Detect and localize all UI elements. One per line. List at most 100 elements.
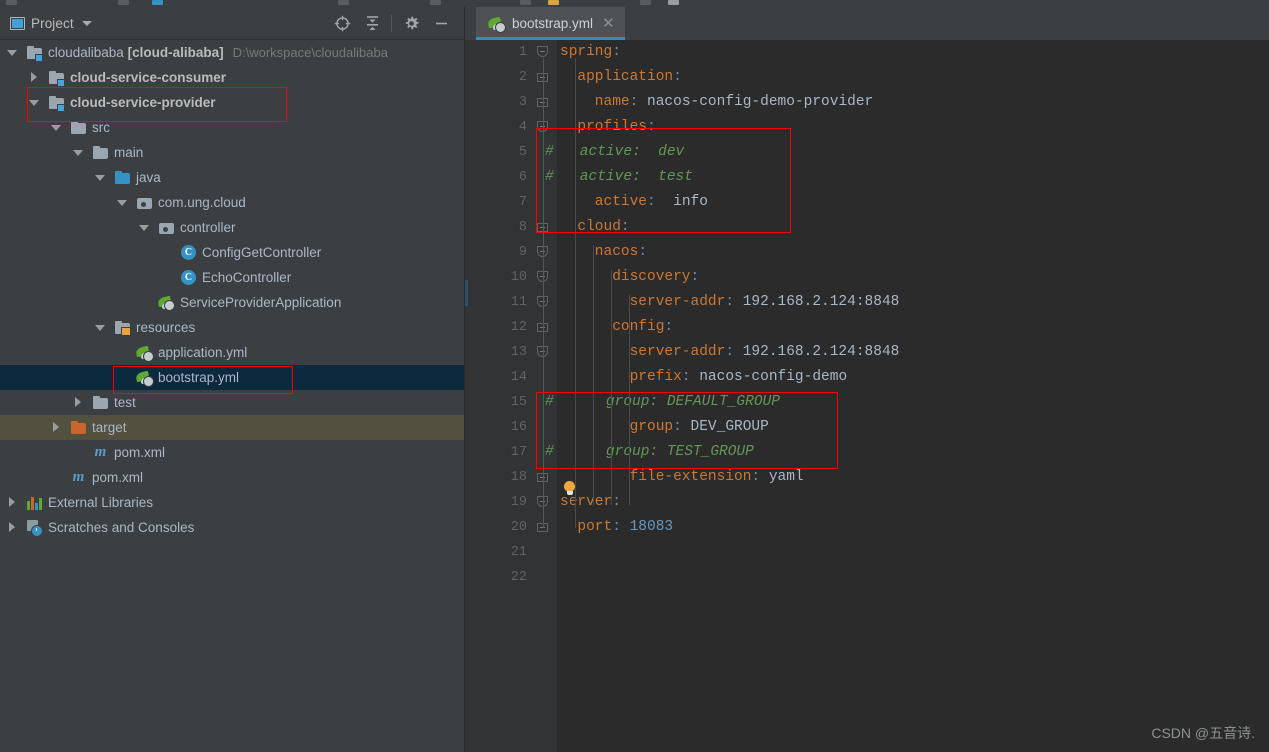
code-line-13[interactable]: 13 server-addr: 192.168.2.124:8848 bbox=[465, 340, 1269, 365]
close-icon[interactable]: ✕ bbox=[602, 16, 615, 31]
editor-marker-gutter[interactable] bbox=[1257, 73, 1269, 752]
yaml-config-icon bbox=[487, 15, 506, 33]
source-root-icon bbox=[114, 169, 131, 186]
line-number: 18 bbox=[510, 470, 527, 485]
minimize-icon[interactable] bbox=[426, 8, 456, 38]
code-line-20[interactable]: 20 port: 18083 bbox=[465, 515, 1269, 540]
tree-row-target[interactable]: target bbox=[0, 415, 464, 440]
tree-row-application-yml[interactable]: application.yml bbox=[0, 340, 464, 365]
chevron-down-icon[interactable] bbox=[116, 196, 129, 209]
folder-icon bbox=[92, 394, 109, 411]
project-tree[interactable]: cloudalibaba [cloud-alibaba] D:\workspace… bbox=[0, 40, 464, 752]
code-token: active bbox=[594, 194, 648, 210]
toolbar-icon-7[interactable] bbox=[548, 0, 559, 5]
tree-row-com-ung-cloud[interactable]: com.ung.cloud bbox=[0, 190, 464, 215]
chevron-right-icon[interactable] bbox=[50, 421, 63, 434]
code-line-10[interactable]: 10 discovery: bbox=[465, 265, 1269, 290]
chevron-down-icon[interactable] bbox=[72, 146, 85, 159]
code-line-17[interactable]: 17 # group: TEST_GROUP bbox=[465, 440, 1269, 465]
code-line-6[interactable]: 6 # active: test bbox=[465, 165, 1269, 190]
toolbar-icon-8[interactable] bbox=[640, 0, 651, 5]
toolbar-icon-9[interactable] bbox=[668, 0, 679, 5]
tree-row-configgetcontroller[interactable]: C ConfigGetController bbox=[0, 240, 464, 265]
toolbar-icon-2[interactable] bbox=[118, 0, 129, 5]
code-line-19[interactable]: 19 server: bbox=[465, 490, 1269, 515]
code-line-2[interactable]: 2 application: bbox=[465, 65, 1269, 90]
code-line-12[interactable]: 12 config: bbox=[465, 315, 1269, 340]
line-number: 5 bbox=[518, 145, 527, 160]
tree-row-label: cloud-service-consumer bbox=[70, 70, 227, 85]
chevron-right-icon[interactable] bbox=[28, 71, 41, 84]
tree-row-resources[interactable]: resources bbox=[0, 315, 464, 340]
module-icon bbox=[48, 94, 65, 112]
chevron-down-icon[interactable] bbox=[138, 221, 151, 234]
toolbar-icon-1[interactable] bbox=[6, 0, 17, 5]
code-line-11[interactable]: 11 server-addr: 192.168.2.124:8848 bbox=[465, 290, 1269, 315]
code-line-1[interactable]: 1 spring: bbox=[465, 40, 1269, 65]
chevron-right-icon[interactable] bbox=[72, 396, 85, 409]
code-line-14[interactable]: 14 prefix: nacos-config-demo bbox=[465, 365, 1269, 390]
line-number: 12 bbox=[510, 320, 527, 335]
code-line-21[interactable]: 21 bbox=[465, 540, 1269, 565]
code-line-8[interactable]: 8 cloud: bbox=[465, 215, 1269, 240]
code-line-3[interactable]: 3 name: nacos-config-demo-provider bbox=[465, 90, 1269, 115]
project-window-icon bbox=[10, 16, 25, 30]
tree-row-main[interactable]: main bbox=[0, 140, 464, 165]
code-line-15[interactable]: 15 # group: DEFAULT_GROUP bbox=[465, 390, 1269, 415]
code-line-16[interactable]: 16 group: DEV_GROUP bbox=[465, 415, 1269, 440]
code-editor[interactable]: 1 spring: 2 application: 3 name: nacos-config… bbox=[465, 40, 1269, 752]
tree-row-src[interactable]: src bbox=[0, 115, 464, 140]
editor-tab-bootstrap-yml[interactable]: bootstrap.yml ✕ bbox=[476, 7, 625, 40]
tree-row-label: External Libraries bbox=[48, 495, 154, 510]
tree-row-external-libraries[interactable]: External Libraries bbox=[0, 490, 464, 515]
code-token: application bbox=[577, 69, 674, 85]
chevron-down-icon[interactable] bbox=[6, 46, 19, 59]
code-line-7[interactable]: 7 active: info bbox=[465, 190, 1269, 215]
chevron-down-icon[interactable] bbox=[94, 171, 107, 184]
tree-row-pom-xml[interactable]: m pom.xml bbox=[0, 440, 464, 465]
code-token: : bbox=[664, 319, 674, 335]
code-token: profiles bbox=[577, 119, 648, 135]
toolbar-icon-6[interactable] bbox=[520, 0, 531, 5]
code-token: file-extension bbox=[629, 469, 752, 485]
chevron-down-icon[interactable] bbox=[50, 121, 63, 134]
code-lines[interactable]: 1 spring: 2 application: 3 name: nacos-config… bbox=[465, 40, 1269, 752]
main-toolbar-sliver bbox=[0, 0, 1269, 7]
gear-icon[interactable] bbox=[396, 8, 426, 38]
project-title-group[interactable]: Project bbox=[10, 16, 92, 31]
tree-row-java[interactable]: java bbox=[0, 165, 464, 190]
code-line-18[interactable]: 18 file-extension: yaml bbox=[465, 465, 1269, 490]
tree-row-label: controller bbox=[180, 220, 236, 235]
toolbar-icon-3[interactable] bbox=[152, 0, 163, 5]
code-line-9[interactable]: 9 nacos: bbox=[465, 240, 1269, 265]
tree-row-serviceproviderapplication[interactable]: ServiceProviderApplication bbox=[0, 290, 464, 315]
tree-row-cloudalibaba-cloud-alibaba[interactable]: cloudalibaba [cloud-alibaba] D:\workspace… bbox=[0, 40, 464, 65]
scratches-icon bbox=[26, 519, 43, 537]
code-text: port: 18083 bbox=[577, 515, 673, 540]
tree-row-cloud-service-provider[interactable]: cloud-service-provider bbox=[0, 90, 464, 115]
code-token: : bbox=[673, 419, 691, 435]
chevron-right-icon[interactable] bbox=[6, 521, 19, 534]
tree-row-echocontroller[interactable]: C EchoController bbox=[0, 265, 464, 290]
chevron-down-icon[interactable] bbox=[94, 321, 107, 334]
tree-row-scratches-and-consoles[interactable]: Scratches and Consoles bbox=[0, 515, 464, 540]
code-line-22[interactable]: 22 bbox=[465, 565, 1269, 590]
collapse-all-icon[interactable] bbox=[357, 8, 387, 38]
tree-row-test[interactable]: test bbox=[0, 390, 464, 415]
tree-row-pom-xml[interactable]: m pom.xml bbox=[0, 465, 464, 490]
chevron-down-icon[interactable] bbox=[28, 96, 41, 109]
chevron-right-icon[interactable] bbox=[6, 496, 19, 509]
tree-row-cloud-service-consumer[interactable]: cloud-service-consumer bbox=[0, 65, 464, 90]
tree-row-controller[interactable]: controller bbox=[0, 215, 464, 240]
project-panel-header: Project bbox=[0, 7, 464, 40]
code-line-4[interactable]: 4 profiles: bbox=[465, 115, 1269, 140]
code-token: server-addr bbox=[629, 294, 726, 310]
toolbar-icon-4[interactable] bbox=[338, 0, 349, 5]
toolbar-icon-5[interactable] bbox=[430, 0, 441, 5]
locate-in-tree-icon[interactable] bbox=[327, 8, 357, 38]
code-text: file-extension: yaml bbox=[630, 465, 804, 490]
code-text: group: DEV_GROUP bbox=[630, 415, 769, 440]
tree-row-bootstrap-yml[interactable]: bootstrap.yml bbox=[0, 365, 464, 390]
chevron-down-icon[interactable] bbox=[81, 20, 92, 26]
code-line-5[interactable]: 5 # active: dev bbox=[465, 140, 1269, 165]
